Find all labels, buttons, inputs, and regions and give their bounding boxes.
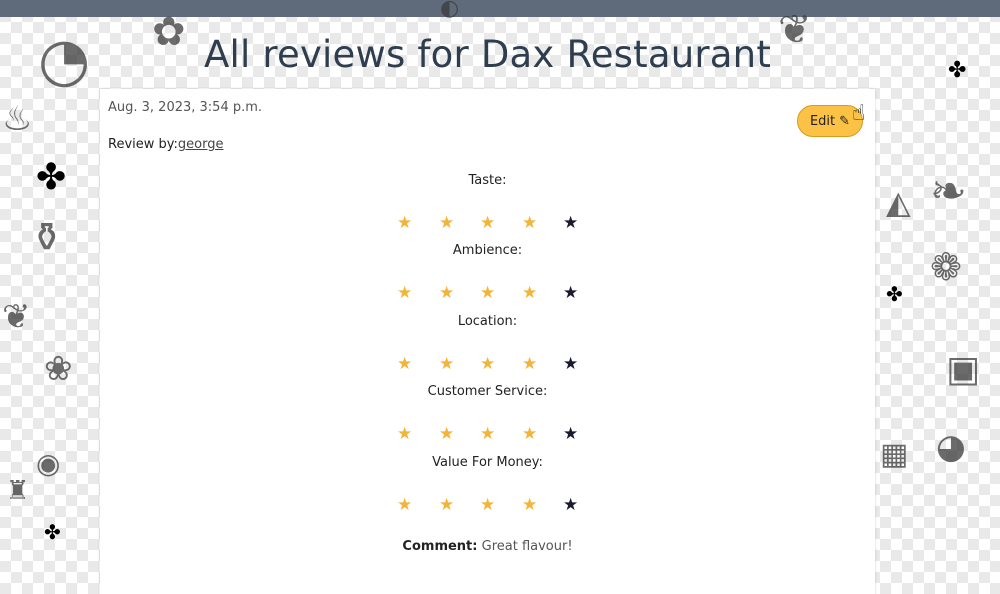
clover-icon: ✤	[36, 157, 67, 198]
olive-can-icon: ▣	[946, 349, 981, 390]
squid-icon: ❁	[930, 245, 962, 289]
spices-icon: ▦	[880, 437, 909, 472]
grape-icon: ❀	[44, 349, 73, 389]
rating-label-location: Location:	[457, 314, 518, 329]
lemon-icon: ◐	[440, 0, 460, 21]
star-filled-icon: ★	[522, 495, 538, 515]
star-filled-icon: ★	[439, 283, 455, 303]
pizza-slice-icon: ◭	[886, 183, 911, 221]
salt-shaker-icon: ♜	[6, 476, 30, 506]
review-card: Aug. 3, 2023, 3:54 p.m. Review by:george…	[100, 89, 875, 594]
comment-text: Great flavour!	[481, 539, 573, 554]
star-filled-icon: ★	[522, 283, 538, 303]
star-filled-icon: ★	[439, 354, 455, 374]
star-filled-icon: ★	[480, 424, 496, 444]
star-filled-icon: ★	[480, 283, 496, 303]
rating-stars-ambience: ★ ★ ★ ★ ★	[392, 283, 582, 303]
rating-stars-taste: ★ ★ ★ ★ ★	[392, 213, 582, 233]
rating-label-value-for-money: Value For Money:	[432, 455, 543, 470]
star-filled-icon: ★	[439, 424, 455, 444]
clover-icon-4: ✤	[44, 520, 61, 544]
reviewer-link[interactable]: george	[178, 137, 224, 152]
star-empty-icon: ★	[563, 213, 579, 233]
star-filled-icon: ★	[522, 354, 538, 374]
star-filled-icon: ★	[480, 354, 496, 374]
review-date: Aug. 3, 2023, 3:54 p.m.	[108, 100, 263, 115]
star-filled-icon: ★	[397, 354, 413, 374]
rating-label-ambience: Ambience:	[452, 243, 523, 258]
star-filled-icon: ★	[397, 283, 413, 303]
review-by-label: Review by:	[108, 137, 178, 152]
star-filled-icon: ★	[397, 424, 413, 444]
bottle-icon: ⚱	[30, 215, 64, 261]
star-filled-icon: ★	[480, 495, 496, 515]
rating-stars-location: ★ ★ ★ ★ ★	[392, 354, 582, 374]
rating-stars-value-for-money: ★ ★ ★ ★ ★	[392, 495, 582, 515]
tomato-icon: ◉	[36, 447, 61, 480]
star-empty-icon: ★	[563, 283, 579, 303]
hand-cursor-icon: ☝	[852, 101, 866, 126]
pepper-icon: ❦	[2, 297, 31, 337]
star-empty-icon: ★	[563, 354, 579, 374]
star-filled-icon: ★	[480, 213, 496, 233]
reviewer-line: Review by:george	[108, 137, 223, 152]
comment-line: Comment: Great flavour!	[100, 539, 875, 554]
edit-button-label: Edit	[809, 113, 836, 129]
star-filled-icon: ★	[439, 213, 455, 233]
top-bar	[0, 0, 1000, 17]
herb-icon-2: ❧	[930, 166, 967, 217]
rating-stars-customer-service: ★ ★ ★ ★ ★	[392, 424, 582, 444]
rating-label-taste: Taste:	[468, 173, 507, 188]
star-filled-icon: ★	[397, 213, 413, 233]
rating-label-customer-service: Customer Service:	[427, 384, 548, 399]
star-filled-icon: ★	[522, 424, 538, 444]
clover-icon-3: ✤	[886, 282, 903, 306]
star-filled-icon: ★	[522, 213, 538, 233]
star-empty-icon: ★	[563, 495, 579, 515]
comment-label: Comment:	[402, 539, 478, 554]
pencil-icon: ✎	[839, 113, 851, 129]
star-filled-icon: ★	[439, 495, 455, 515]
page-title: All reviews for Dax Restaurant	[203, 33, 772, 76]
star-filled-icon: ★	[397, 495, 413, 515]
cake-icon: ♨	[2, 99, 33, 139]
cheese-icon: ◕	[936, 427, 966, 467]
star-empty-icon: ★	[563, 424, 579, 444]
